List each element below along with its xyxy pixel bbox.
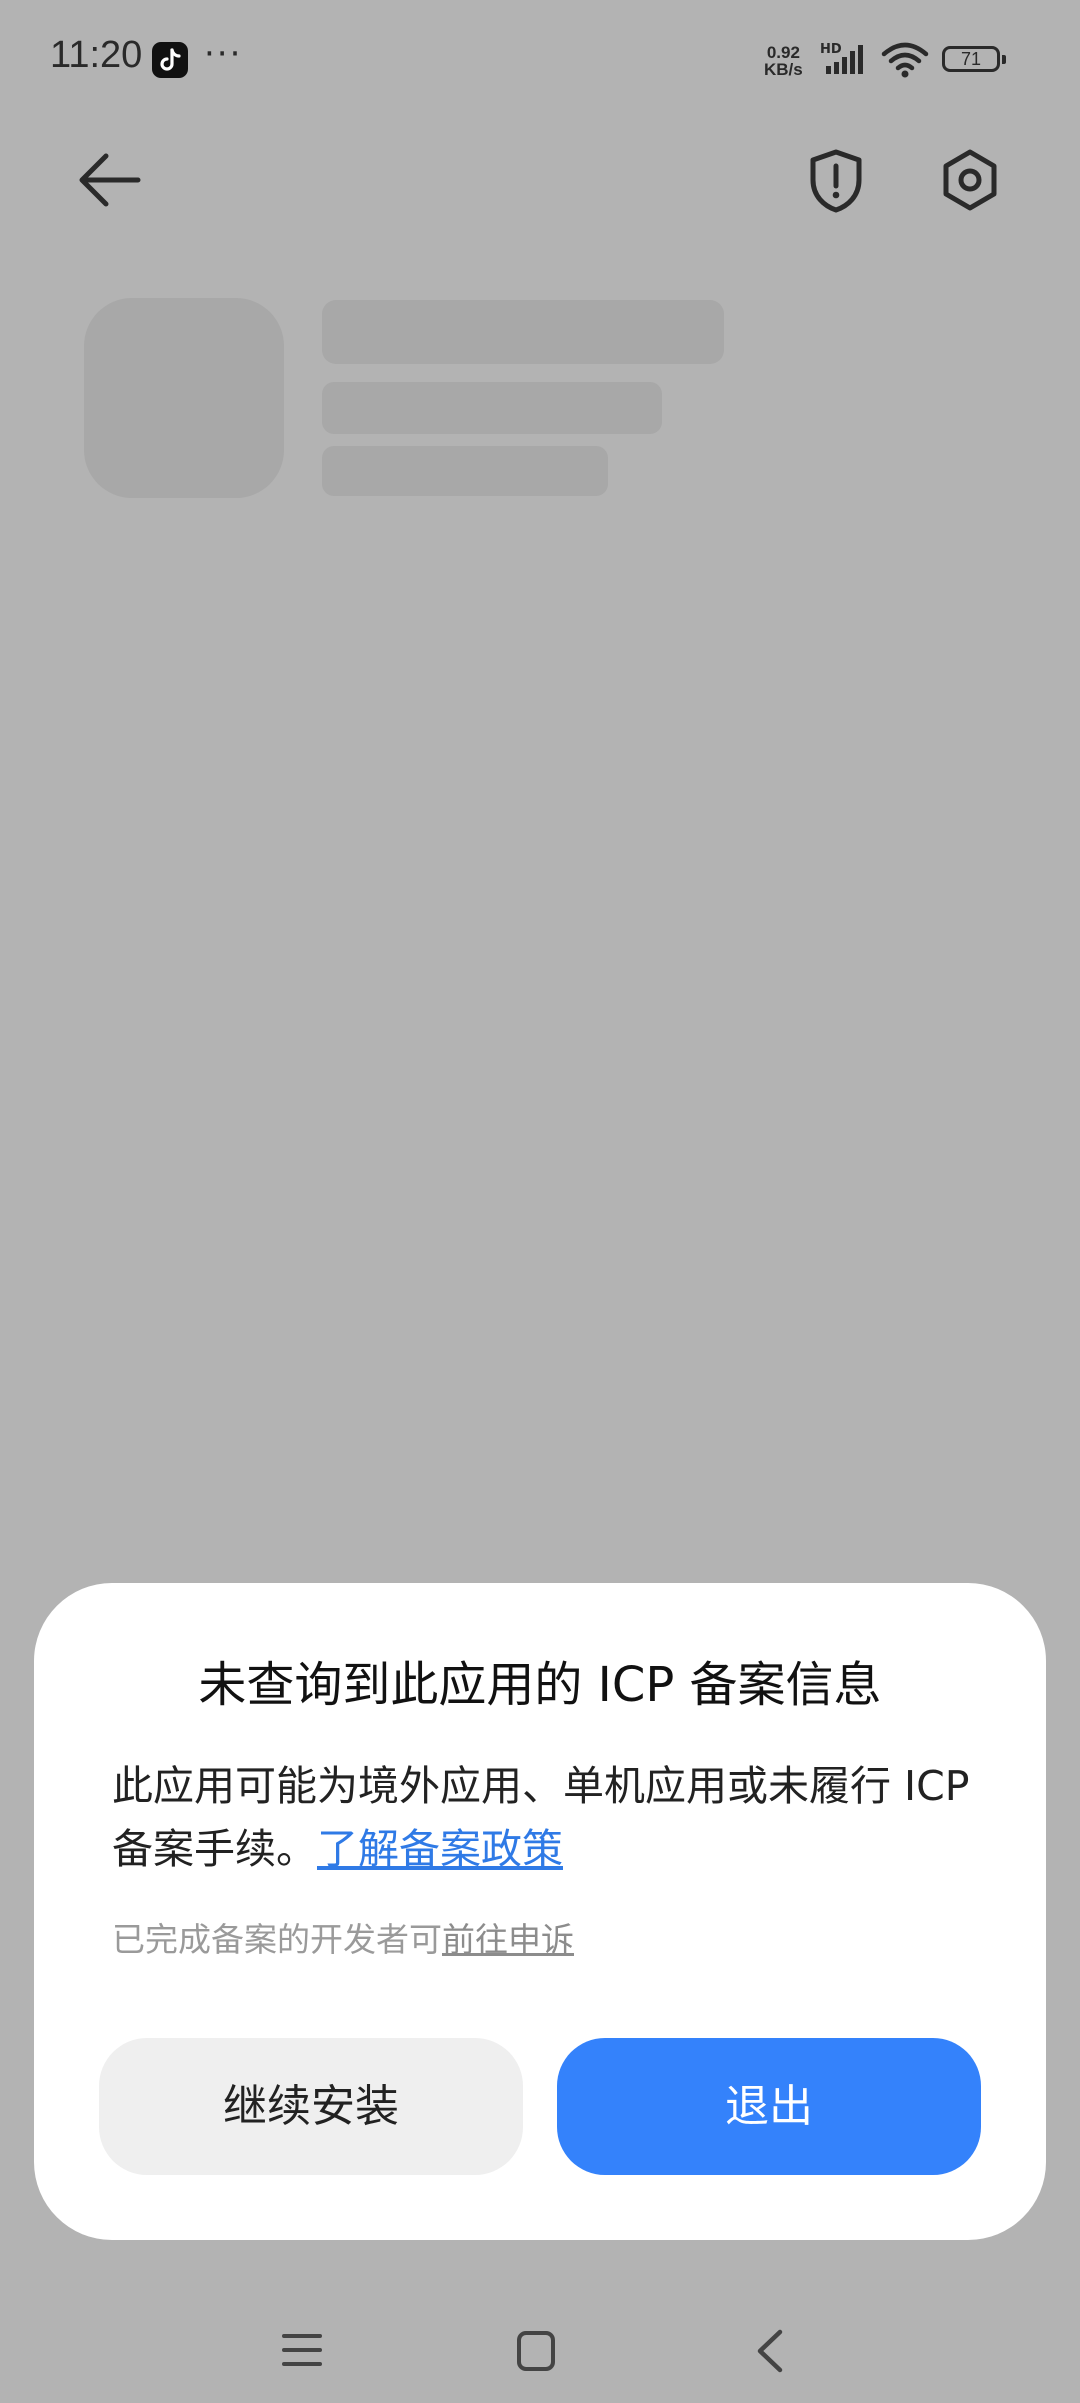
- icp-warning-dialog: 未查询到此应用的 ICP 备案信息 此应用可能为境外应用、单机应用或未履行 IC…: [34, 1583, 1046, 2240]
- settings-gear-icon[interactable]: [940, 148, 1000, 216]
- app-name-placeholder: [322, 300, 724, 364]
- cell-signal-icon: [822, 42, 872, 80]
- app-info-placeholder-2: [322, 446, 608, 496]
- shield-icon[interactable]: [808, 148, 864, 218]
- tiktok-notification-icon: [152, 42, 188, 78]
- exit-button[interactable]: 退出: [557, 2038, 981, 2175]
- dialog-title: 未查询到此应用的 ICP 备案信息: [198, 1657, 882, 1713]
- app-icon-placeholder: [84, 298, 284, 498]
- home-icon[interactable]: [516, 2330, 556, 2376]
- learn-policy-link[interactable]: 了解备案政策: [317, 1825, 563, 1873]
- network-speed: 0.92 KB/s: [764, 43, 803, 79]
- battery-icon: 71: [942, 46, 1006, 72]
- more-notifications-icon: ···: [204, 34, 243, 74]
- status-time: 11:20: [50, 34, 143, 76]
- navigation-bar: [0, 2300, 1080, 2403]
- dialog-body: 此应用可能为境外应用、单机应用或未履行 ICP 备案手续。了解备案政策: [112, 1755, 992, 1881]
- wifi-icon: [880, 40, 930, 84]
- back-arrow-icon[interactable]: [76, 150, 142, 214]
- continue-install-button[interactable]: 继续安装: [99, 2038, 523, 2175]
- back-nav-icon[interactable]: [752, 2328, 788, 2378]
- menu-icon[interactable]: [282, 2330, 322, 2374]
- dialog-note: 已完成备案的开发者可前往申诉: [112, 1913, 574, 1961]
- status-bar: 11:20 ··· 0.92 KB/s HD 71: [0, 0, 1080, 120]
- dialog-note-text: 已完成备案的开发者可: [112, 1920, 442, 1959]
- app-info-placeholder: [322, 382, 662, 434]
- appeal-link[interactable]: 前往申诉: [442, 1920, 574, 1959]
